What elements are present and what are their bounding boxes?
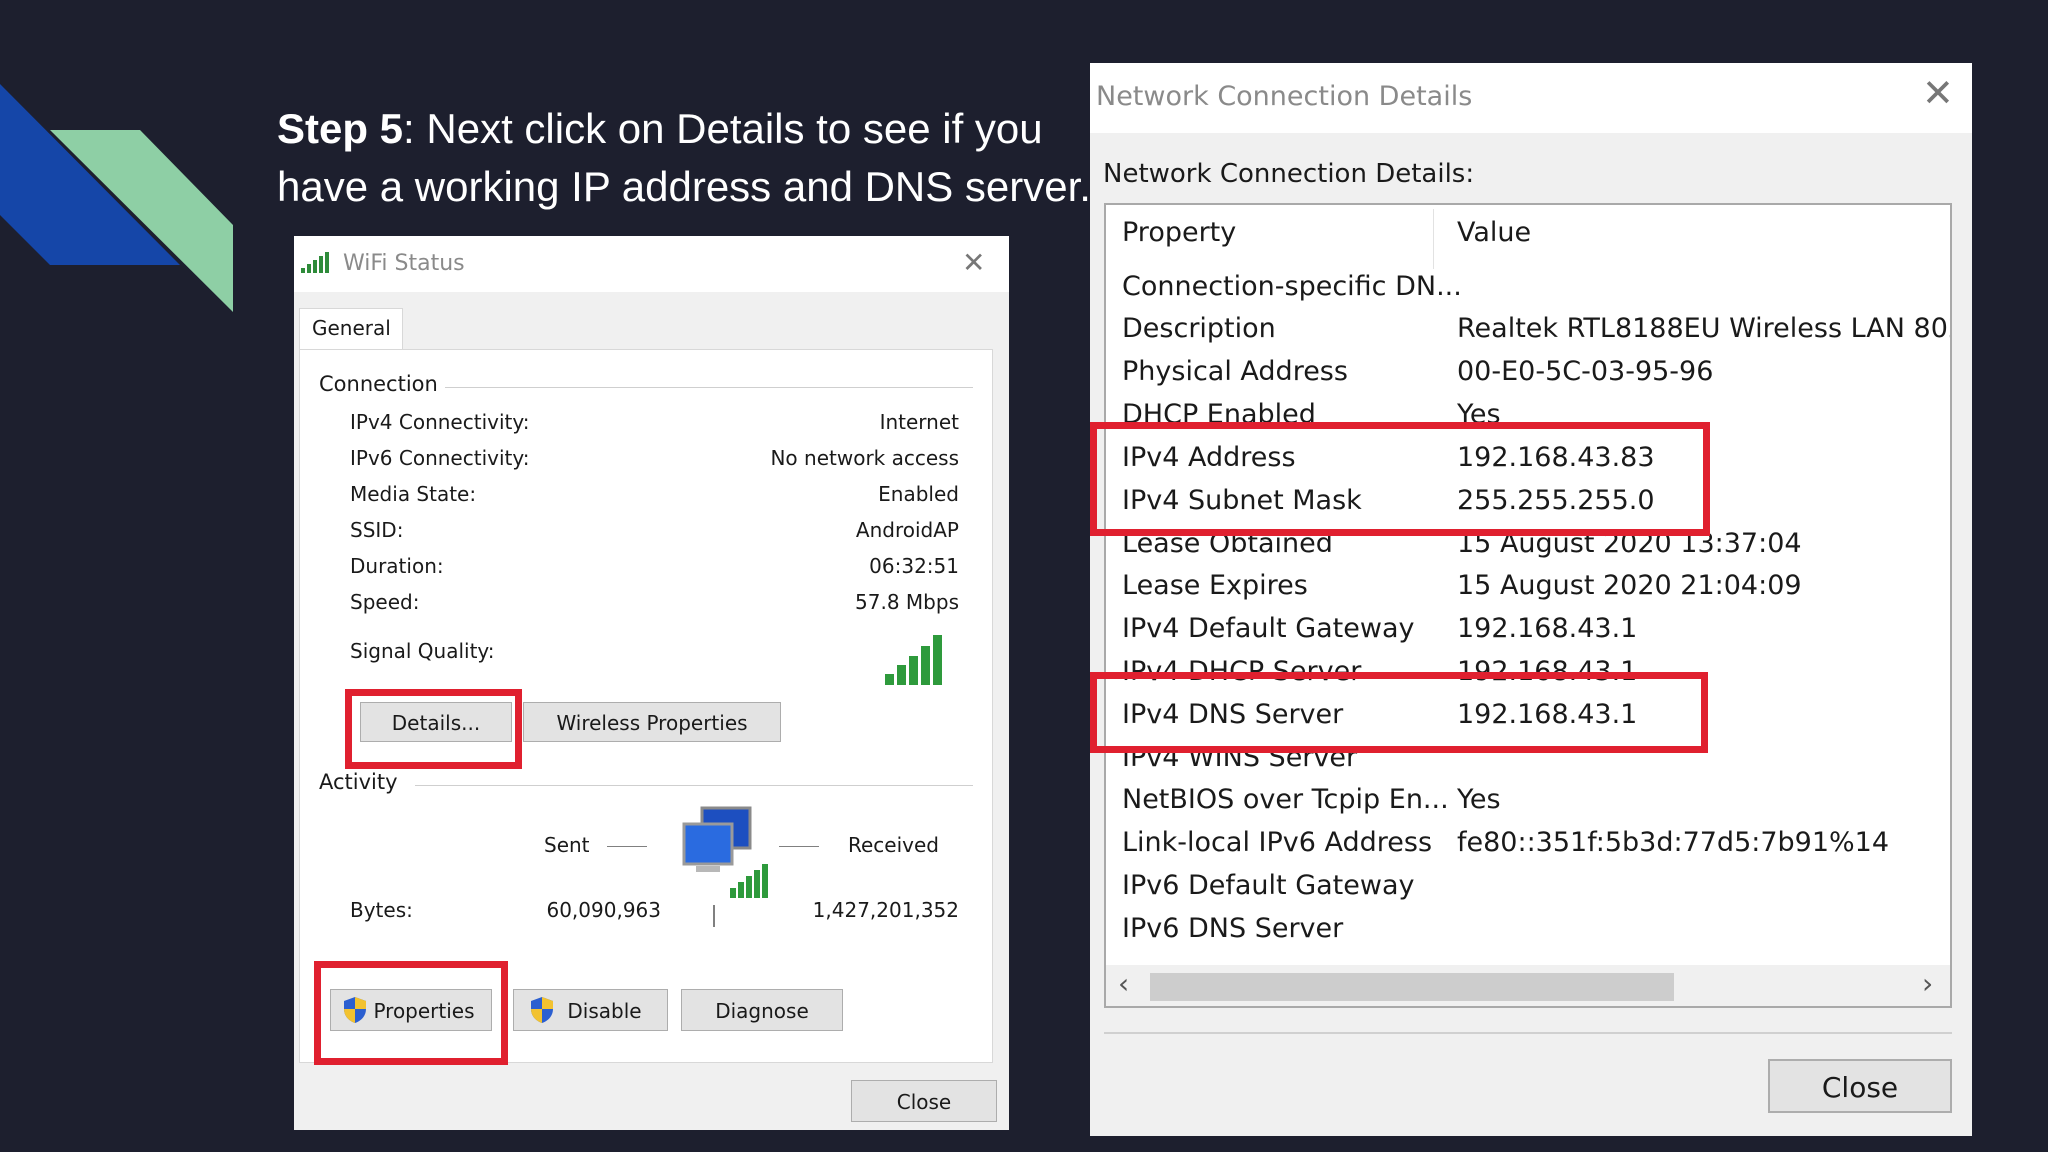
- wireless-properties-button[interactable]: Wireless Properties: [523, 702, 781, 742]
- speed-value: 57.8 Mbps: [855, 590, 959, 614]
- network-connection-details-window: Network Connection Details ✕ Network Con…: [1090, 63, 1972, 1136]
- property-cell: Physical Address: [1122, 356, 1348, 387]
- scroll-left-icon[interactable]: ‹: [1118, 967, 1129, 1000]
- list-item[interactable]: Connection-specific DN...: [1106, 271, 1950, 313]
- column-divider[interactable]: [1433, 209, 1434, 269]
- tab-general[interactable]: General: [299, 308, 403, 350]
- list-item[interactable]: IPv6 DNS Server: [1106, 913, 1950, 955]
- details-subtitle: Network Connection Details:: [1103, 159, 1475, 189]
- step-instruction: Step 5: Next click on Details to see if …: [277, 100, 1097, 216]
- close-button[interactable]: Close: [851, 1080, 997, 1122]
- divider: [779, 846, 819, 847]
- decorative-stripes: [0, 84, 233, 312]
- close-icon[interactable]: ✕: [962, 246, 985, 279]
- wifi-titlebar: WiFi Status ✕: [294, 236, 1009, 292]
- properties-highlight: [314, 961, 508, 1065]
- signal-bars-icon: [301, 252, 329, 273]
- details-window-title: Network Connection Details: [1096, 81, 1473, 112]
- duration-label: Duration:: [350, 554, 444, 578]
- ipv4-connectivity-value: Internet: [879, 410, 959, 434]
- ipv4-address-highlight: [1090, 422, 1710, 536]
- divider: [415, 785, 973, 786]
- column-header-value[interactable]: Value: [1457, 217, 1531, 248]
- received-label: Received: [848, 833, 939, 857]
- wifi-general-panel: Connection IPv4 Connectivity: Internet I…: [299, 349, 993, 1065]
- sent-label: Sent: [544, 833, 590, 857]
- property-cell: Connection-specific DN...: [1122, 271, 1462, 302]
- property-cell: NetBIOS over Tcpip En...: [1122, 784, 1449, 815]
- bytes-sent-value: 60,090,963: [546, 898, 661, 922]
- details-titlebar: Network Connection Details ✕: [1090, 63, 1972, 133]
- details-highlight: [345, 689, 522, 769]
- property-cell: Link-local IPv6 Address: [1122, 827, 1433, 858]
- connection-group-label: Connection: [319, 372, 438, 396]
- dns-server-highlight: [1090, 672, 1708, 753]
- column-header-property[interactable]: Property: [1122, 217, 1236, 248]
- property-cell: Description: [1122, 313, 1276, 344]
- divider: [713, 905, 715, 927]
- property-cell: IPv6 DNS Server: [1122, 913, 1344, 944]
- value-cell: 00-E0-5C-03-95-96: [1457, 356, 1714, 387]
- property-cell: IPv6 Default Gateway: [1122, 870, 1415, 901]
- list-item[interactable]: IPv6 Default Gateway: [1106, 870, 1950, 912]
- value-cell: Yes: [1457, 784, 1501, 815]
- list-item[interactable]: Lease Expires 15 August 2020 21:04:09: [1106, 570, 1950, 612]
- close-icon[interactable]: ✕: [1922, 71, 1954, 115]
- horizontal-scrollbar[interactable]: ‹ ›: [1106, 965, 1950, 1006]
- value-cell: Realtek RTL8188EU Wireless LAN 802.1: [1457, 313, 1952, 344]
- list-item[interactable]: Description Realtek RTL8188EU Wireless LA…: [1106, 313, 1952, 355]
- signal-quality-label: Signal Quality:: [350, 639, 495, 663]
- list-item[interactable]: Link-local IPv6 Address fe80::351f:5b3d:7…: [1106, 827, 1950, 869]
- ipv6-connectivity-value: No network access: [770, 446, 959, 470]
- divider: [607, 846, 647, 847]
- list-item[interactable]: NetBIOS over Tcpip En... Yes: [1106, 784, 1950, 826]
- shield-icon: [531, 997, 553, 1023]
- disable-button-label: Disable: [567, 999, 642, 1023]
- property-cell: IPv4 Default Gateway: [1122, 613, 1415, 644]
- details-list[interactable]: Property Value Connection-specific DN...…: [1104, 203, 1952, 1008]
- list-item[interactable]: IPv4 Default Gateway 192.168.43.1: [1106, 613, 1950, 655]
- scroll-right-icon[interactable]: ›: [1922, 967, 1933, 1000]
- ipv4-connectivity-label: IPv4 Connectivity:: [350, 410, 530, 434]
- close-button[interactable]: Close: [1768, 1059, 1952, 1113]
- divider: [445, 387, 973, 388]
- bytes-received-value: 1,427,201,352: [812, 898, 959, 922]
- ipv6-connectivity-label: IPv6 Connectivity:: [350, 446, 530, 470]
- media-state-value: Enabled: [878, 482, 959, 506]
- wifi-window-title: WiFi Status: [343, 251, 465, 276]
- value-cell: 192.168.43.1: [1457, 613, 1638, 644]
- wifi-status-window: WiFi Status ✕ General Connection IPv4 Co…: [294, 236, 1009, 1130]
- signal-strength-icon: [885, 635, 942, 685]
- step-label: Step 5: [277, 105, 404, 152]
- activity-group-label: Activity: [319, 770, 398, 794]
- disable-button[interactable]: Disable: [513, 989, 668, 1031]
- media-state-label: Media State:: [350, 482, 477, 506]
- value-cell: fe80::351f:5b3d:77d5:7b91%14: [1457, 827, 1890, 858]
- bytes-label: Bytes:: [350, 898, 413, 922]
- scrollbar-thumb[interactable]: [1150, 973, 1674, 1001]
- network-computers-icon: [682, 806, 768, 898]
- duration-value: 06:32:51: [869, 554, 959, 578]
- diagnose-button[interactable]: Diagnose: [681, 989, 843, 1031]
- ssid-label: SSID:: [350, 518, 404, 542]
- list-item[interactable]: Physical Address 00-E0-5C-03-95-96: [1106, 356, 1950, 398]
- divider: [1104, 1032, 1952, 1034]
- ssid-value: AndroidAP: [855, 518, 959, 542]
- value-cell: 15 August 2020 21:04:09: [1457, 570, 1802, 601]
- property-cell: Lease Expires: [1122, 570, 1308, 601]
- speed-label: Speed:: [350, 590, 420, 614]
